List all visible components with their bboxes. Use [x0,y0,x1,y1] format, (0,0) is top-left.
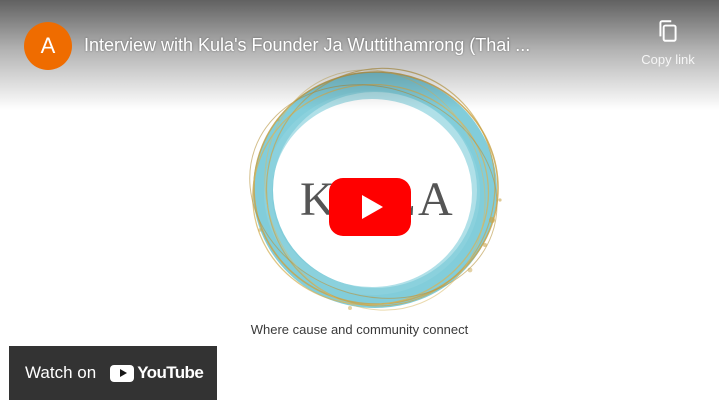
watch-on-label: Watch on [25,363,97,382]
copy-icon [659,20,677,42]
youtube-wordmark: YouTube [137,363,204,382]
play-button[interactable] [329,178,411,236]
logo-tagline: Where cause and community connect [250,322,469,337]
logo-letter-a: A [418,173,453,226]
youtube-logo-icon [110,364,135,382]
copy-link-button[interactable]: Copy link [631,18,705,67]
copy-link-label: Copy link [641,52,695,67]
youtube-logo: YouTube [110,363,204,383]
channel-avatar[interactable]: A [24,22,72,70]
watch-on-youtube-button[interactable]: Watch on YouTube [9,346,217,400]
youtube-embed-player[interactable]: K U L A Where cause and community connec… [0,0,719,400]
channel-avatar-letter: A [40,33,56,58]
play-icon [361,195,383,219]
video-title[interactable]: Interview with Kula's Founder Ja Wuttith… [84,35,624,56]
